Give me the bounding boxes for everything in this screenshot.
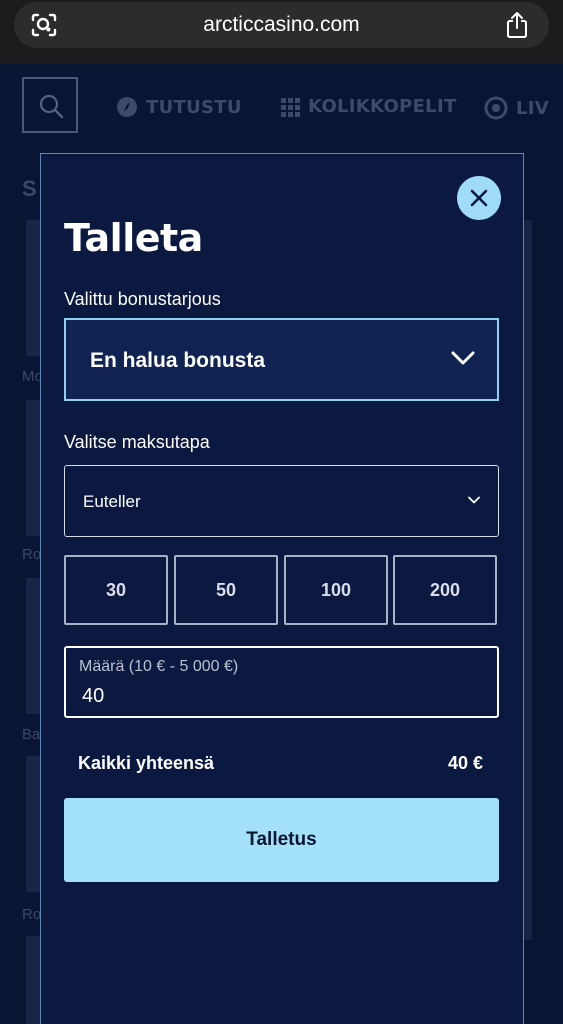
- nav-label: LIV: [516, 97, 549, 119]
- payment-method-select[interactable]: Euteller: [64, 465, 499, 537]
- quick-amount-30-button[interactable]: 30: [64, 555, 168, 625]
- address-bar[interactable]: arcticcasino.com: [14, 2, 549, 48]
- deposit-submit-button[interactable]: Talletus: [64, 798, 499, 882]
- amount-input-label: Määrä (10 € - 5 000 €): [79, 658, 239, 675]
- quick-amount-100-button[interactable]: 100: [284, 555, 388, 625]
- quick-amount-200-button[interactable]: 200: [393, 555, 497, 625]
- close-button[interactable]: [457, 176, 501, 220]
- game-title: Ro: [22, 546, 42, 563]
- site-nav: TUTUSTU KOLIKKOPELIT LIV: [0, 64, 563, 152]
- roulette-icon: [484, 96, 508, 120]
- chevron-down-icon: [468, 496, 480, 504]
- deposit-modal: Talleta Valittu bonustarjous En halua bo…: [40, 153, 524, 1024]
- section-heading: S: [22, 176, 37, 201]
- bonus-label: Valittu bonustarjous: [64, 289, 221, 309]
- amount-input-value[interactable]: 40: [82, 685, 104, 708]
- payment-method-label: Valitse maksutapa: [64, 432, 210, 452]
- close-icon: [470, 189, 488, 207]
- url-text[interactable]: arcticcasino.com: [14, 13, 549, 37]
- site-search-button[interactable]: [22, 77, 78, 133]
- grid-dots-icon: [281, 97, 300, 117]
- chevron-down-icon: [451, 351, 475, 365]
- amount-input[interactable]: Määrä (10 € - 5 000 €) 40: [64, 646, 499, 718]
- search-icon: [39, 94, 64, 119]
- game-thumbnail-column: [524, 220, 532, 940]
- total-value: 40 €: [447, 753, 483, 773]
- game-title: Ba: [22, 726, 41, 743]
- nav-item-live[interactable]: LIV: [484, 96, 549, 120]
- nav-item-tutustu[interactable]: TUTUSTU: [116, 96, 242, 118]
- share-icon[interactable]: [505, 11, 529, 39]
- payment-method-value: Euteller: [83, 492, 141, 511]
- browser-bar: arcticcasino.com: [0, 0, 563, 64]
- nav-item-kolikkopelit[interactable]: KOLIKKOPELIT: [280, 96, 457, 117]
- bonus-select[interactable]: En halua bonusta: [64, 318, 499, 401]
- compass-icon: [117, 97, 137, 117]
- bonus-selected-value: En halua bonusta: [90, 349, 266, 372]
- quick-amount-50-button[interactable]: 50: [174, 555, 278, 625]
- nav-label: KOLIKKOPELIT: [308, 96, 457, 117]
- total-label: Kaikki yhteensä: [78, 753, 215, 773]
- game-title: Ro: [22, 906, 42, 923]
- modal-title: Talleta: [64, 216, 203, 260]
- nav-label: TUTUSTU: [146, 96, 242, 118]
